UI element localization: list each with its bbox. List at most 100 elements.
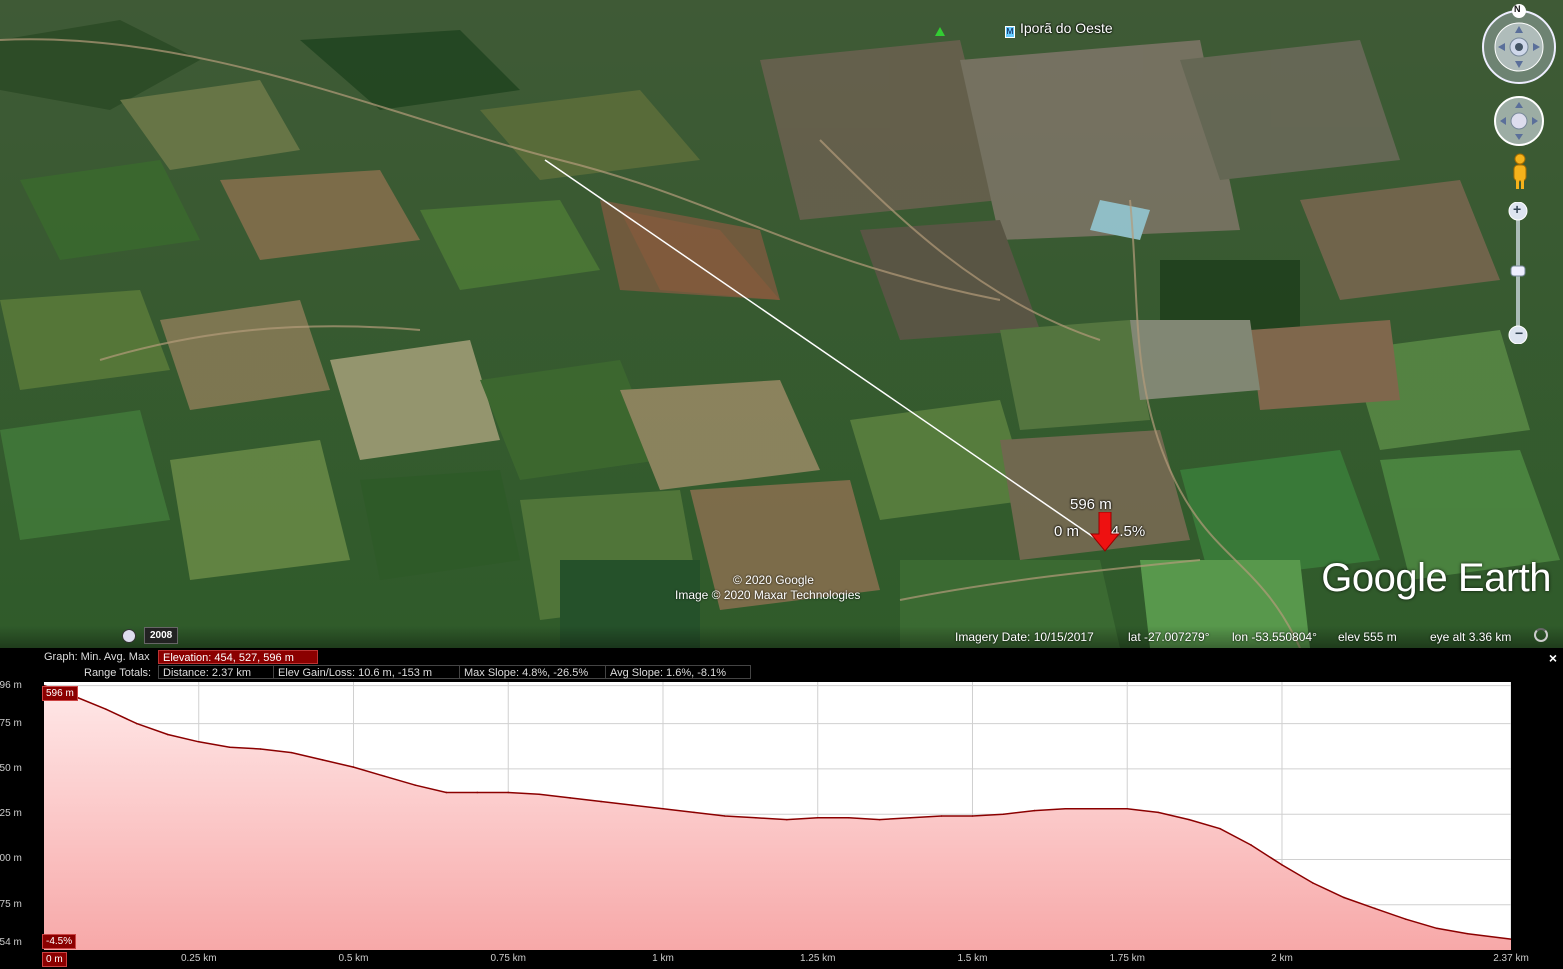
elevation-point — [1435, 927, 1438, 930]
x-tick-label: 2 km — [1271, 953, 1293, 964]
elev-gain-loss-stat[interactable]: Elev Gain/Loss: 10.6 m, -153 m — [273, 665, 460, 679]
elevation-point — [105, 708, 107, 710]
elevation-point — [755, 817, 757, 819]
y-tick-label: 500 m — [0, 853, 22, 865]
clock-icon[interactable] — [122, 629, 136, 643]
elevation-point — [1343, 896, 1345, 899]
historical-year-badge[interactable]: 2008 — [144, 627, 179, 644]
x-tick-label: 1.5 km — [957, 953, 988, 964]
elevation-point — [1126, 807, 1129, 810]
elevation-point — [816, 817, 819, 819]
close-profile-button[interactable]: × — [1549, 650, 1557, 666]
elevation-point — [693, 811, 695, 814]
y-tick-label: 525 m — [0, 808, 22, 820]
y-tick-label: 575 m — [0, 717, 22, 729]
map-view[interactable]: M Iporã do Oeste 596 m 0 m -4.5% © 2020 … — [0, 0, 1563, 648]
elevation-point — [600, 800, 602, 803]
max-slope-stat[interactable]: Max Slope: 4.8%, -26.5% — [459, 665, 606, 679]
longitude-readout: lon -53.550804° — [1232, 630, 1317, 644]
cursor-elevation-tag: 596 m — [42, 686, 78, 701]
elevation-point — [569, 797, 571, 799]
elevation-point — [197, 740, 200, 743]
elevation-point — [1033, 809, 1036, 812]
elevation-point — [1466, 932, 1469, 935]
elevation-point — [476, 791, 479, 794]
elevation-point — [631, 804, 633, 806]
copyright-imagery: Image © 2020 Maxar Technologies — [675, 588, 861, 602]
elevation-point — [228, 746, 231, 748]
range-totals-label: Range Totals: — [84, 667, 152, 679]
x-tick-label: 1.25 km — [799, 953, 836, 964]
y-tick-label: 475 m — [0, 898, 22, 910]
x-tick-label: 1 km — [652, 953, 674, 964]
zoom-in-icon[interactable]: + — [1513, 201, 1521, 217]
satellite-imagery — [0, 0, 1563, 648]
elevation-point — [352, 766, 355, 768]
x-tick-label: 0.75 km — [490, 953, 527, 964]
elevation-point — [1002, 813, 1005, 815]
x-tick-label: 0.5 km — [338, 953, 369, 964]
compass-icon[interactable] — [1480, 4, 1558, 86]
cursor-slope-tag: -4.5% — [42, 934, 77, 949]
move-joystick-icon[interactable] — [1492, 94, 1546, 148]
elevation-point — [847, 817, 850, 819]
place-pin-icon[interactable]: M — [1005, 26, 1015, 38]
marker-distance: 0 m — [1054, 523, 1080, 540]
status-bar — [0, 626, 1563, 648]
elevation-point — [1157, 811, 1159, 814]
x-tick-label: 0.25 km — [180, 953, 217, 964]
marker-elevation: 596 m — [1070, 496, 1112, 513]
elevation-point — [166, 733, 169, 736]
latitude-readout: lat -27.007279° — [1128, 630, 1210, 644]
x-tick-label: 1.75 km — [1109, 953, 1146, 964]
copyright-google: © 2020 Google — [733, 573, 814, 587]
elevation-point — [662, 807, 664, 810]
elevation-point — [1064, 807, 1067, 810]
elevation-point — [321, 759, 324, 761]
imagery-date: Imagery Date: 10/15/2017 — [955, 630, 1094, 644]
x-tick-label: 2.37 km — [1493, 953, 1529, 964]
red-arrow-icon — [1090, 512, 1120, 552]
elevation-point — [1281, 864, 1283, 866]
elevation-area — [44, 685, 1511, 950]
elevation-point — [1312, 882, 1314, 884]
elevation-point — [909, 817, 912, 819]
graph-label: Graph: Min. Avg. Max — [44, 651, 150, 663]
elevation-point — [259, 748, 262, 750]
google-earth-logo: Google Earth — [1321, 556, 1551, 600]
tree-pin-icon[interactable] — [935, 27, 945, 36]
elevation-point — [724, 815, 726, 817]
elevation-point — [1219, 827, 1221, 830]
elevation-point — [507, 791, 510, 794]
elevation-point — [1404, 918, 1407, 921]
eye-altitude-readout: eye alt 3.36 km — [1430, 630, 1512, 644]
elevation-point — [878, 818, 881, 821]
compass-north-label: N — [1514, 4, 1521, 14]
elevation-point — [445, 791, 448, 794]
distance-stat[interactable]: Distance: 2.37 km — [158, 665, 274, 679]
elevation-point — [971, 815, 974, 817]
y-tick-label: 596 m — [0, 679, 22, 691]
cursor-distance-tag: 0 m — [42, 952, 67, 967]
elevation-point — [1095, 807, 1098, 810]
elevation-point — [1250, 844, 1252, 846]
elevation-chart-svg — [43, 682, 1512, 950]
elevation-point — [414, 784, 417, 787]
elevation-point — [290, 751, 293, 754]
elevation-point — [1188, 818, 1190, 821]
elevation-stat[interactable]: Elevation: 454, 527, 596 m — [158, 650, 318, 664]
elevation-point — [538, 793, 540, 796]
y-tick-label: 454 m — [0, 936, 22, 948]
elevation-chart[interactable] — [43, 682, 1512, 950]
place-label[interactable]: Iporã do Oeste — [1020, 20, 1113, 36]
elevation-point — [785, 818, 788, 821]
elevation-readout: elev 555 m — [1338, 630, 1397, 644]
pegman-icon[interactable] — [1509, 152, 1531, 190]
elevation-point — [1374, 907, 1376, 910]
zoom-out-icon[interactable]: − — [1515, 325, 1523, 341]
avg-slope-stat[interactable]: Avg Slope: 1.6%, -8.1% — [605, 665, 751, 679]
elevation-point — [383, 775, 386, 777]
elevation-point — [940, 815, 943, 817]
elevation-point — [136, 722, 138, 725]
zoom-slider[interactable] — [1508, 201, 1528, 345]
